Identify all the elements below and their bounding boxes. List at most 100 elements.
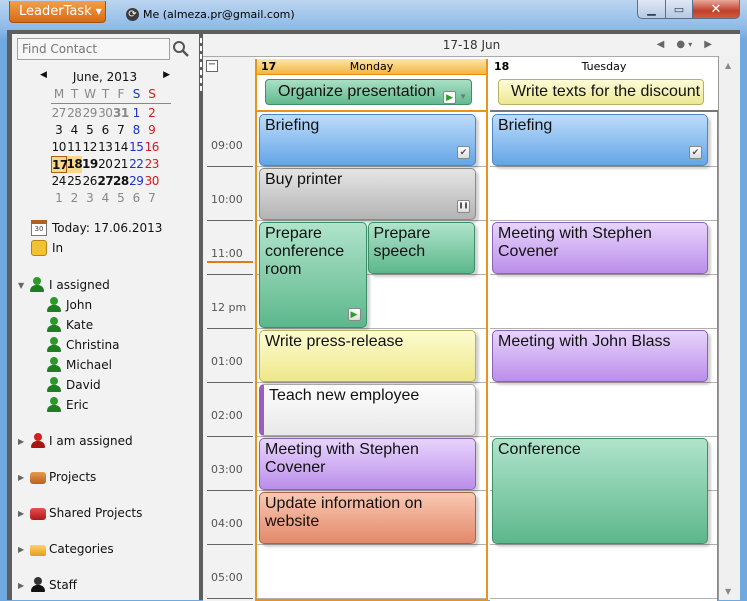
calendar-day[interactable]: 17	[51, 156, 68, 173]
calendar-day[interactable]: 18	[66, 156, 83, 173]
tree-item-projects[interactable]: ▶ Projects	[18, 469, 96, 485]
close-button[interactable]: ✕	[693, 0, 740, 19]
calendar-day[interactable]: 6	[129, 190, 145, 207]
play-control[interactable]: ▶ ▼	[443, 85, 467, 109]
tree-item-i-am-assigned[interactable]: ▶ I am assigned	[18, 433, 133, 449]
calendar-day[interactable]: 11	[67, 139, 83, 156]
calendar-day[interactable]: 23	[144, 156, 160, 173]
tree-item-i-assigned[interactable]: ▼ I assigned	[18, 277, 110, 293]
calendar-day[interactable]: 22	[129, 156, 145, 173]
tree-item-contact[interactable]: Kate	[47, 317, 93, 333]
vertical-scrollbar[interactable]: ▲ ▼	[718, 56, 740, 600]
collapsed-triangle-icon[interactable]: ▶	[18, 581, 27, 590]
event-block[interactable]: Prepare speech	[367, 222, 475, 274]
account-indicator[interactable]: ⟳ Me (almeza.pr@gmail.com)	[126, 8, 295, 21]
tree-item-contact[interactable]: David	[47, 377, 101, 393]
prev-month-icon[interactable]: ◀	[40, 70, 47, 84]
tree-item-shared-projects[interactable]: ▶ Shared Projects	[18, 505, 142, 521]
scroll-up-icon[interactable]: ▲	[725, 61, 731, 70]
calendar-day[interactable]: 7	[144, 190, 160, 207]
collapsed-triangle-icon[interactable]: ▶	[18, 509, 27, 518]
maximize-button[interactable]: ▭	[666, 0, 693, 19]
calendar-day[interactable]: 5	[113, 190, 129, 207]
sync-icon[interactable]: ⟳	[126, 8, 139, 21]
calendar-day[interactable]: 28	[67, 105, 83, 122]
tree-item-contact[interactable]: Christina	[47, 337, 120, 353]
calendar-day[interactable]: 1	[129, 105, 145, 122]
tree-item-contact[interactable]: John	[47, 297, 92, 313]
calendar-day[interactable]: 13	[98, 139, 114, 156]
calendar-day[interactable]: 29	[82, 105, 98, 122]
calendar-day[interactable]: 3	[51, 122, 67, 139]
calendar-day[interactable]: 2	[67, 190, 83, 207]
calendar-day[interactable]: 29	[129, 173, 145, 190]
calendar-day[interactable]: 24	[51, 173, 67, 190]
calendar-day[interactable]: 15	[129, 139, 145, 156]
inbox-link[interactable]: In	[31, 240, 63, 256]
calendar-day[interactable]: 27	[98, 173, 114, 190]
event-block[interactable]: Briefing ✔	[259, 114, 476, 166]
calendar-day[interactable]: 12	[82, 139, 98, 156]
calendar-day[interactable]: 30	[98, 105, 114, 122]
all-day-event[interactable]: Write texts for the discount	[498, 79, 704, 105]
calendar-day[interactable]: 5	[82, 122, 98, 139]
calendar-day[interactable]: 4	[98, 190, 114, 207]
chevron-down-icon[interactable]: ▼	[459, 85, 467, 109]
calendar-day[interactable]: 25	[67, 173, 83, 190]
event-block[interactable]: Write press-release	[259, 330, 476, 382]
today-dot-icon[interactable]: ● ▾	[676, 39, 692, 50]
check-icon[interactable]: ✔	[457, 146, 470, 159]
calendar-day[interactable]: 1	[51, 190, 67, 207]
event-block[interactable]: Teach new employee	[259, 384, 476, 436]
calendar-day[interactable]: 20	[98, 156, 114, 173]
play-icon[interactable]: ▶	[347, 308, 361, 321]
day-header[interactable]: 17 Monday	[257, 59, 486, 75]
collapsed-triangle-icon[interactable]: ▶	[18, 437, 27, 446]
calendar-day[interactable]: 14	[113, 139, 129, 156]
calendar-day[interactable]: 26	[82, 173, 98, 190]
tree-item-categories[interactable]: ▶ Categories	[18, 541, 114, 557]
play-icon[interactable]: ▶	[443, 90, 457, 104]
expanded-triangle-icon[interactable]: ▼	[18, 281, 27, 290]
today-link[interactable]: 30 Today: 17.06.2013	[31, 220, 162, 236]
search-icon[interactable]	[172, 40, 190, 58]
scroll-down-icon[interactable]: ▼	[725, 587, 731, 596]
calendar-day[interactable]: 19	[82, 156, 98, 173]
app-menu-button[interactable]: LeaderTask ▼	[9, 1, 106, 23]
prev-period-icon[interactable]: ◀	[657, 39, 665, 50]
tree-item-contact[interactable]: Michael	[47, 357, 112, 373]
calendar-day[interactable]: 8	[129, 122, 145, 139]
tree-item-staff[interactable]: ▶ Staff	[18, 577, 77, 593]
calendar-day[interactable]: 6	[98, 122, 114, 139]
calendar-day[interactable]: 9	[144, 122, 160, 139]
tree-item-contact[interactable]: Eric	[47, 397, 88, 413]
calendar-day[interactable]: 4	[67, 122, 83, 139]
calendar-day[interactable]: 7	[113, 122, 129, 139]
pause-icon[interactable]: ❚❚	[457, 200, 470, 213]
calendar-day[interactable]: 16	[144, 139, 160, 156]
event-block[interactable]: Update information on website	[259, 492, 476, 544]
day-header[interactable]: 18 Tuesday	[490, 59, 718, 75]
calendar-day[interactable]: 3	[82, 190, 98, 207]
calendar-day[interactable]: 27	[51, 105, 67, 122]
collapsed-triangle-icon[interactable]: ▶	[18, 473, 27, 482]
calendar-day[interactable]: 21	[113, 156, 129, 173]
event-block[interactable]: Briefing ✔	[492, 114, 708, 166]
check-icon[interactable]: ✔	[689, 146, 702, 159]
next-month-icon[interactable]: ▶	[163, 70, 170, 84]
calendar-day[interactable]: 31	[113, 105, 129, 122]
all-day-event[interactable]: Organize presentation ▶ ▼	[265, 79, 472, 105]
event-block[interactable]: Conference	[492, 438, 708, 544]
calendar-day[interactable]: 28	[113, 173, 129, 190]
calendar-day[interactable]: 10	[51, 139, 67, 156]
event-block[interactable]: Meeting with John Blass	[492, 330, 708, 382]
calendar-day[interactable]: 2	[144, 105, 160, 122]
event-block[interactable]: Meeting with Stephen Covener	[259, 438, 476, 490]
collapsed-triangle-icon[interactable]: ▶	[18, 545, 27, 554]
event-block[interactable]: Meeting with Stephen Covener	[492, 222, 708, 274]
event-block[interactable]: Prepare conference room ▶	[259, 222, 367, 328]
minimize-button[interactable]: ▁	[637, 0, 666, 19]
find-contact-input[interactable]	[17, 38, 170, 60]
calendar-day[interactable]: 30	[144, 173, 160, 190]
next-period-icon[interactable]: ▶	[704, 39, 712, 50]
